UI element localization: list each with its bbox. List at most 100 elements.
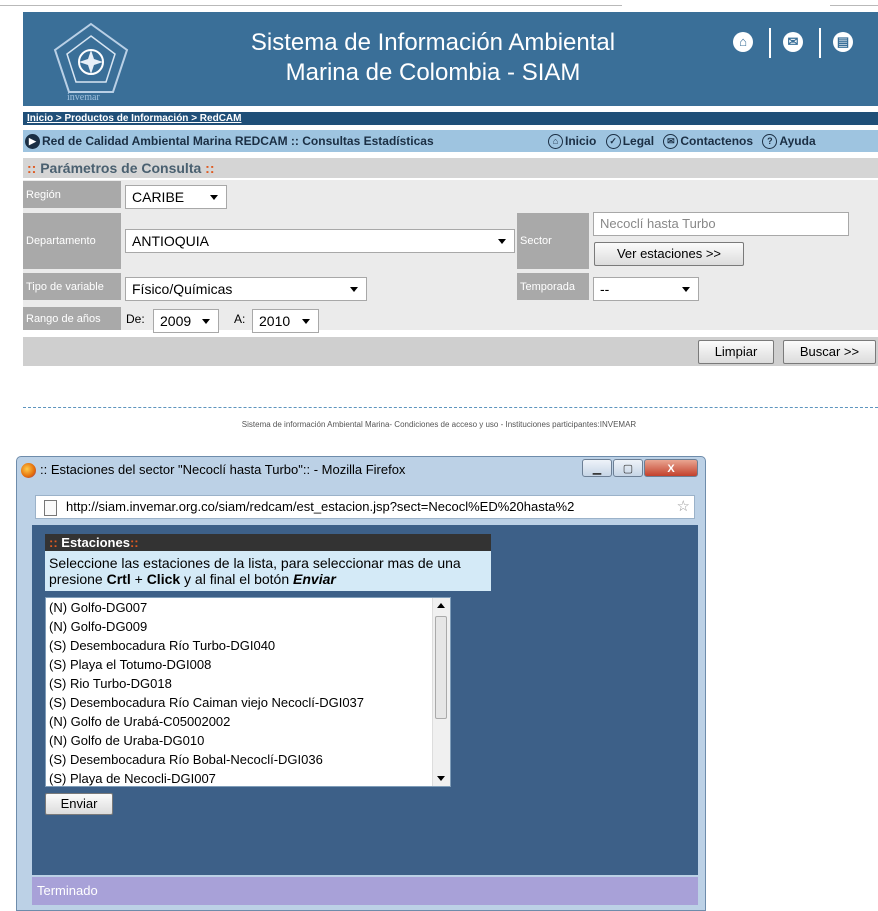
top-divider-right [830, 5, 878, 6]
estaciones-header-prefix: :: [49, 535, 58, 550]
maximize-button[interactable]: ▢ [613, 459, 643, 477]
nav-links: ⌂ Inicio ✓ Legal ✉ Contactenos ? Ayuda [548, 130, 816, 152]
instr-enviar: Enviar [293, 571, 336, 587]
url-bar[interactable]: http://siam.invemar.org.co/siam/redcam/e… [35, 495, 695, 519]
list-item[interactable]: (N) Golfo de Uraba-DG010 [46, 731, 431, 750]
a-label: A: [234, 312, 246, 326]
page-icon [44, 500, 57, 516]
temporada-select-value: -- [600, 281, 610, 297]
list-item[interactable]: (S) Rio Turbo-DG018 [46, 674, 431, 693]
rango-label: Rango de años [23, 307, 121, 330]
params-header: :: Parámetros de Consulta :: [23, 158, 878, 178]
print-icon[interactable]: ▤ [833, 32, 853, 52]
form-actions: Limpiar Buscar >> [23, 337, 878, 366]
instr-part: presione [49, 571, 107, 587]
list-item[interactable]: (S) Playa de Necocli-DGI007 [46, 769, 431, 788]
de-select[interactable]: 2009 [153, 309, 219, 333]
instructions-line2: presione Crtl + Click y al final el botó… [49, 571, 489, 587]
chevron-down-icon [210, 195, 218, 200]
firefox-popup-window[interactable]: :: Estaciones del sector "Necoclí hasta … [16, 456, 706, 911]
region-select[interactable]: CARIBE [125, 185, 227, 209]
window-title: :: Estaciones del sector "Necoclí hasta … [21, 462, 406, 479]
scroll-up-icon[interactable] [437, 603, 445, 608]
site-title-line2: Marina de Colombia - SIAM [285, 59, 581, 86]
list-item[interactable]: (N) Golfo de Urabá-C05002002 [46, 712, 431, 731]
minimize-button[interactable]: ▁ [582, 459, 612, 477]
departamento-select-value: ANTIOQUIA [132, 233, 210, 249]
header-icons: ⌂ ✉ ▤ [733, 28, 873, 58]
estaciones-header-suffix: :: [129, 535, 139, 550]
params-form: Región CARIBE Departamento ANTIOQUIA Sec… [23, 180, 878, 333]
nav-ayuda[interactable]: Ayuda [779, 134, 815, 148]
firefox-icon [21, 463, 36, 479]
temporada-label: Temporada [517, 273, 589, 300]
bookmark-star-icon[interactable]: ☆ [677, 496, 690, 518]
arrow-right-icon: ▶ [25, 134, 40, 150]
nav-inicio[interactable]: Inicio [565, 134, 596, 148]
top-divider [0, 5, 622, 6]
sector-label: Sector [517, 213, 589, 269]
de-select-value: 2009 [160, 313, 192, 329]
temporada-select[interactable]: -- [593, 277, 699, 301]
icon-separator [769, 28, 771, 58]
list-item[interactable]: (N) Golfo-DG009 [46, 617, 431, 636]
breadcrumb-link[interactable]: Inicio > Productos de Información > RedC… [27, 113, 241, 124]
mail-icon[interactable]: ✉ [783, 32, 803, 52]
instructions-line1: Seleccione las estaciones de la lista, p… [49, 555, 461, 571]
list-item[interactable]: (S) Desembocadura Río Turbo-DGI040 [46, 636, 431, 655]
ver-estaciones-button[interactable]: Ver estaciones >> [594, 242, 744, 266]
params-header-text: Parámetros de Consulta [36, 160, 206, 176]
site-title: Sistema de Información Ambiental Marina … [173, 28, 693, 88]
buscar-button[interactable]: Buscar >> [783, 340, 876, 364]
enviar-button[interactable]: Enviar [45, 793, 113, 815]
chevron-down-icon [682, 287, 690, 292]
logo-text: invemar [67, 92, 100, 103]
scroll-down-icon[interactable] [437, 776, 445, 781]
list-item[interactable]: (S) Desembocadura Río Caiman viejo Necoc… [46, 693, 431, 712]
section-title-text: Red de Calidad Ambiental Marina REDCAM :… [42, 134, 434, 148]
params-header-prefix: :: [27, 160, 37, 176]
nav-legal[interactable]: Legal [623, 134, 654, 148]
section-title: ▶ Red de Calidad Ambiental Marina REDCAM … [25, 130, 434, 152]
tipo-variable-label: Tipo de variable [23, 273, 121, 300]
list-item[interactable]: (S) Desembocadura Río Bobal-Necoclí-DGI0… [46, 750, 431, 769]
a-select[interactable]: 2010 [252, 309, 319, 333]
tipo-variable-select-value: Físico/Químicas [132, 281, 233, 297]
mail-icon: ✉ [663, 134, 679, 150]
region-label: Región [23, 181, 121, 208]
instr-part: y al final el botón [180, 571, 294, 587]
list-item[interactable]: (S) Playa el Totumo-DGI008 [46, 655, 431, 674]
estaciones-header-text: Estaciones [57, 535, 130, 550]
site-header: invemar Sistema de Información Ambiental… [23, 12, 878, 106]
departamento-select[interactable]: ANTIOQUIA [125, 229, 515, 253]
close-button[interactable]: X [644, 459, 698, 477]
estaciones-header: :: Estaciones:: [45, 534, 491, 551]
url-text[interactable]: http://siam.invemar.org.co/siam/redcam/e… [66, 499, 574, 514]
section-nav: ▶ Red de Calidad Ambiental Marina REDCAM … [23, 130, 878, 152]
window-title-text: :: Estaciones del sector "Necoclí hasta … [40, 462, 406, 477]
chevron-down-icon [202, 319, 210, 324]
list-scrollbar[interactable] [432, 598, 450, 786]
sector-input[interactable]: Necoclí hasta Turbo [593, 212, 849, 236]
window-controls: ▁ ▢ X [582, 459, 702, 479]
list-item[interactable]: (N) Golfo-DG007 [46, 598, 431, 617]
breadcrumb[interactable]: Inicio > Productos de Información > RedC… [23, 112, 878, 125]
tipo-variable-select[interactable]: Físico/Químicas [125, 277, 367, 301]
departamento-label: Departamento [23, 213, 121, 269]
site-title-line1: Sistema de Información Ambiental [250, 29, 616, 56]
footer-text[interactable]: Sistema de información Ambiental Marina-… [0, 420, 878, 429]
scroll-thumb[interactable] [435, 616, 447, 719]
limpiar-button[interactable]: Limpiar [698, 340, 774, 364]
check-icon: ✓ [605, 134, 621, 150]
stations-listbox[interactable]: (N) Golfo-DG007 (N) Golfo-DG009 (S) Dese… [45, 597, 451, 787]
instr-crtl: Crtl [106, 571, 131, 587]
home-icon: ⌂ [548, 134, 563, 150]
home-icon[interactable]: ⌂ [733, 32, 753, 52]
instructions: Seleccione las estaciones de la lista, p… [45, 551, 491, 591]
instr-click: Click [146, 571, 181, 587]
footer-divider [23, 407, 878, 408]
instr-part: + [130, 571, 147, 587]
invemar-logo [53, 22, 129, 93]
chevron-down-icon [350, 287, 358, 292]
nav-contactenos[interactable]: Contactenos [680, 134, 753, 148]
